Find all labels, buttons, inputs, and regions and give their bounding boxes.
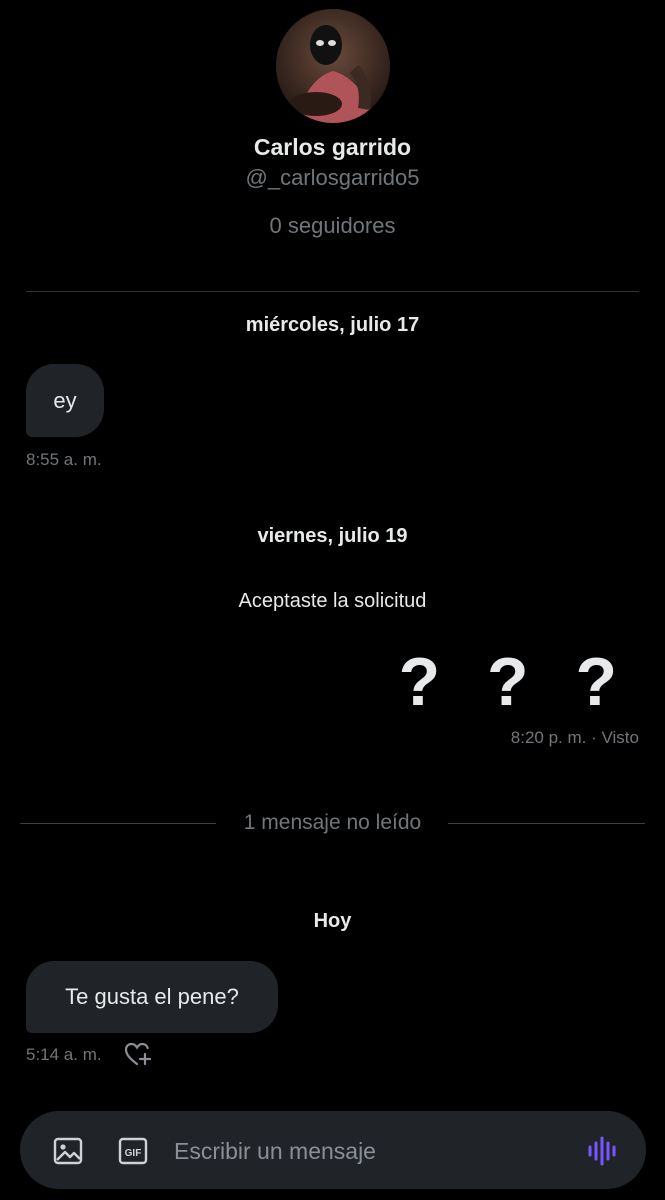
message-time: 8:55 a. m.: [26, 450, 102, 469]
profile-handle: @_carlosgarrido5: [245, 165, 420, 190]
image-icon[interactable]: [52, 1135, 84, 1167]
profile-followers: 0 seguidores: [269, 213, 396, 238]
date-separator: Hoy: [313, 910, 352, 932]
voice-wave-icon[interactable]: [586, 1135, 618, 1167]
message-time: 5:14 a. m.: [26, 1045, 102, 1064]
message-bubble[interactable]: Te gusta el pene?: [26, 961, 278, 1033]
sent-message-emoji[interactable]: ? ? ?: [399, 648, 631, 716]
message-input[interactable]: [172, 1133, 576, 1169]
gif-label: GIF: [125, 1148, 142, 1159]
system-message: Aceptaste la solicitud: [238, 590, 427, 612]
message-text: ey: [53, 387, 77, 413]
message-composer: GIF: [20, 1111, 646, 1189]
message-bubble[interactable]: ey: [26, 364, 104, 437]
gif-icon[interactable]: GIF: [117, 1135, 149, 1167]
react-heart-icon[interactable]: [124, 1041, 152, 1067]
date-separator: viernes, julio 19: [257, 525, 408, 547]
divider: [26, 291, 639, 292]
profile-name[interactable]: Carlos garrido: [0, 134, 665, 161]
unread-divider-right: [448, 823, 645, 824]
profile-avatar[interactable]: [276, 9, 390, 123]
message-text: Te gusta el pene?: [65, 984, 239, 1009]
message-status: 8:20 p. m. · Visto: [510, 728, 639, 747]
date-separator: miércoles, julio 17: [245, 314, 420, 336]
